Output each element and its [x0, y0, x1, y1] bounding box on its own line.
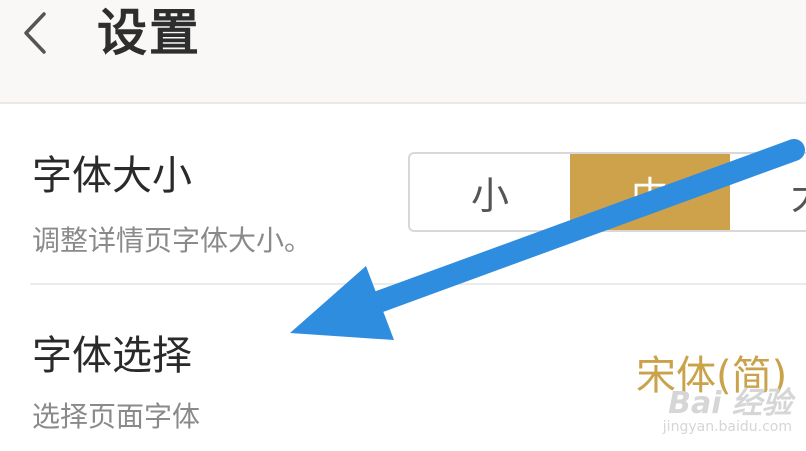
font-family-title: 字体选择 [32, 333, 192, 379]
font-size-title: 字体大小 [32, 153, 192, 199]
chevron-left-icon [24, 12, 46, 54]
row-divider [30, 283, 806, 285]
back-button[interactable] [16, 8, 60, 58]
font-size-option-large[interactable]: 大 [730, 154, 806, 230]
font-size-segmented-control: 小 中 大 [408, 152, 806, 232]
header-bar: 设置 [0, 0, 806, 104]
font-size-option-medium[interactable]: 中 [570, 154, 730, 230]
font-size-description: 调整详情页字体大小。 [32, 224, 313, 257]
font-family-description: 选择页面字体 [32, 400, 201, 433]
page-title: 设置 [97, 4, 201, 62]
font-size-option-small[interactable]: 小 [410, 154, 570, 230]
font-family-value[interactable]: 宋体(简) [636, 352, 787, 400]
